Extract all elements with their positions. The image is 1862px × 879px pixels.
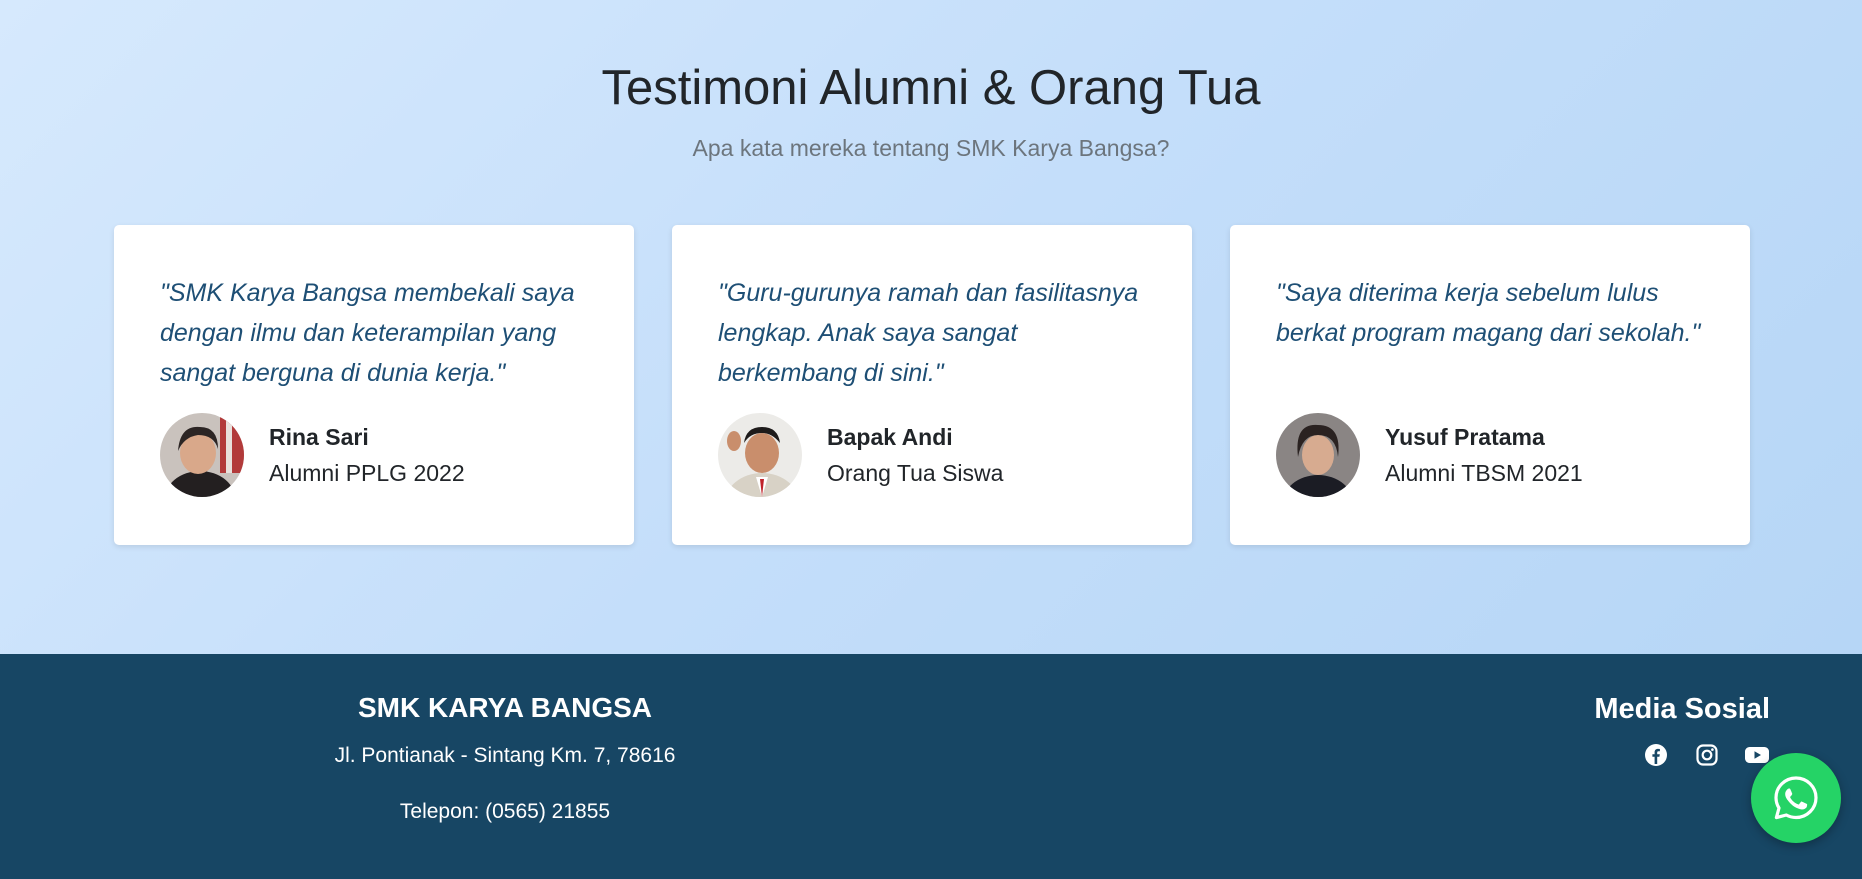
- testimonial-quote: "SMK Karya Bangsa membekali saya dengan …: [160, 279, 575, 387]
- testimonial-section: Testimoni Alumni & Orang Tua Apa kata me…: [0, 0, 1862, 654]
- whatsapp-chat-button[interactable]: [1751, 753, 1841, 843]
- testimonial-card: "SMK Karya Bangsa membekali saya dengan …: [114, 225, 634, 545]
- testimonial-name: Rina Sari: [269, 424, 369, 450]
- section-subtitle: Apa kata mereka tentang SMK Karya Bangsa…: [692, 135, 1170, 161]
- avatar-photo: [160, 413, 244, 497]
- testimonial-quote: "Saya diterima kerja sebelum lulus berka…: [1276, 279, 1701, 347]
- facebook-icon[interactable]: [1644, 743, 1670, 769]
- instagram-icon[interactable]: [1695, 743, 1721, 769]
- testimonial-role: Alumni PPLG 2022: [269, 460, 465, 486]
- footer-school-name: SMK KARYA BANGSA: [357, 692, 653, 723]
- footer: SMK KARYA BANGSA Jl. Pontianak - Sintang…: [0, 654, 1862, 879]
- testimonial-name: Bapak Andi: [827, 424, 953, 450]
- avatar: [718, 413, 802, 497]
- avatar: [1276, 413, 1360, 497]
- avatar-photo: [1276, 413, 1360, 497]
- avatar: [160, 413, 244, 497]
- testimonial-card: "Guru-gurunya ramah dan fasilitasnya len…: [672, 225, 1192, 545]
- footer-address: Jl. Pontianak - Sintang Km. 7, 78616: [334, 744, 676, 767]
- social-media-title: Media Sosial: [1594, 693, 1770, 725]
- social-links: [1640, 743, 1780, 773]
- testimonial-quote: "Guru-gurunya ramah dan fasilitasnya len…: [718, 279, 1139, 387]
- whatsapp-icon: [1774, 776, 1818, 820]
- section-title: Testimoni Alumni & Orang Tua: [601, 61, 1261, 115]
- testimonial-name: Yusuf Pratama: [1385, 424, 1545, 450]
- testimonial-role: Orang Tua Siswa: [827, 460, 1004, 486]
- footer-phone: Telepon: (0565) 21855: [399, 800, 611, 823]
- testimonial-role: Alumni TBSM 2021: [1385, 460, 1583, 486]
- testimonial-card: "Saya diterima kerja sebelum lulus berka…: [1230, 225, 1750, 545]
- avatar-photo: [718, 413, 802, 497]
